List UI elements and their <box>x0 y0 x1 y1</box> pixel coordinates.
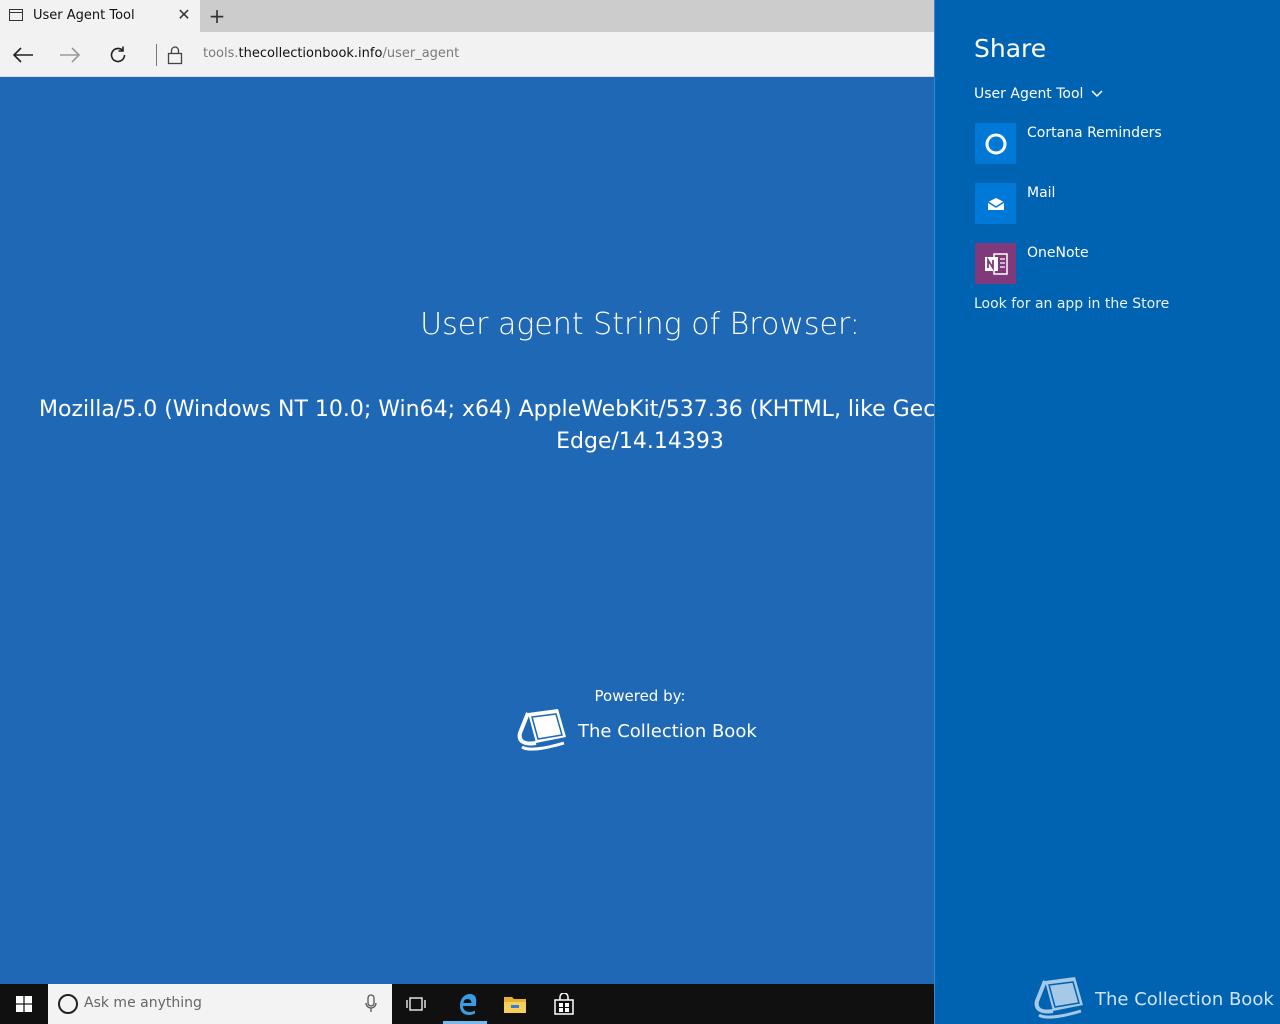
lock-icon <box>167 46 183 65</box>
share-target-label: OneNote <box>1027 245 1089 261</box>
chevron-down-icon <box>1091 90 1103 98</box>
user-agent-string-continued: Edge/14.14393 <box>556 429 724 454</box>
folder-icon <box>504 997 526 1013</box>
search-box[interactable]: Ask me anything <box>48 984 392 1024</box>
onenote-icon <box>984 252 1008 275</box>
windows-logo-icon <box>16 996 32 1012</box>
new-tab-button[interactable]: + <box>206 5 228 27</box>
share-brand: The Collection Book <box>1031 975 1274 1023</box>
share-target-label: Cortana Reminders <box>1027 125 1162 141</box>
brand-link[interactable]: The Collection Book <box>514 707 757 755</box>
web-page: User agent String of Browser: Mozilla/5.… <box>0 77 934 984</box>
mail-tile <box>975 183 1016 224</box>
share-source-label: User Agent Tool <box>974 86 1084 102</box>
navigation-bar: tools.thecollectionbook.info/user_agent <box>0 32 934 77</box>
book-logo-icon <box>1034 977 1083 1019</box>
store-button[interactable] <box>540 984 588 1024</box>
tab-bar: User Agent Tool ✕ + <box>0 0 934 32</box>
book-logo-icon <box>517 709 566 751</box>
cortana-icon <box>985 133 1006 154</box>
nav-separator <box>156 44 157 66</box>
refresh-button[interactable] <box>103 40 133 70</box>
arrow-left-icon <box>12 47 33 63</box>
address-path: /user_agent <box>382 46 460 61</box>
user-agent-string: Mozilla/5.0 (Windows NT 10.0; Win64; x64… <box>39 397 934 422</box>
file-explorer-button[interactable] <box>491 984 539 1024</box>
cortana-tile <box>975 123 1016 164</box>
store-link[interactable]: Look for an app in the Store <box>974 296 1169 312</box>
store-bag-icon <box>554 993 574 1015</box>
share-target-label: Mail <box>1027 185 1056 201</box>
share-brand-name: The Collection Book <box>1095 988 1274 1010</box>
microphone-icon[interactable] <box>364 994 378 1014</box>
task-view-button[interactable] <box>392 984 440 1024</box>
mail-icon <box>987 197 1004 210</box>
share-source-dropdown[interactable]: User Agent Tool <box>974 86 1103 102</box>
start-button[interactable] <box>0 984 48 1024</box>
share-target-mail[interactable]: Mail <box>975 183 1265 225</box>
share-target-cortana[interactable]: Cortana Reminders <box>975 123 1265 165</box>
refresh-icon <box>110 46 126 63</box>
arrow-right-icon <box>60 47 81 63</box>
page-heading: User agent String of Browser: <box>420 307 860 342</box>
powered-by-label: Powered by: <box>594 687 686 705</box>
tab-title: User Agent Tool <box>33 8 135 23</box>
browser-tab[interactable]: User Agent Tool ✕ <box>0 0 200 32</box>
address-host: thecollectionbook.info <box>238 46 383 61</box>
taskbar: Ask me anything <box>0 984 934 1024</box>
share-pane: Share User Agent Tool Cortana Reminders … <box>934 0 1280 1024</box>
onenote-tile <box>975 243 1016 284</box>
forward-button[interactable] <box>55 40 85 70</box>
address-prefix: tools. <box>203 46 239 61</box>
share-target-onenote[interactable]: OneNote <box>975 243 1265 285</box>
tab-close-icon[interactable]: ✕ <box>176 7 192 23</box>
tab-page-icon <box>9 9 23 21</box>
address-bar[interactable]: tools.thecollectionbook.info/user_agent <box>203 46 459 61</box>
search-placeholder: Ask me anything <box>84 995 202 1011</box>
task-view-icon <box>406 997 426 1011</box>
cortana-search-icon <box>58 994 78 1014</box>
share-title: Share <box>974 34 1047 63</box>
edge-icon <box>460 994 477 1015</box>
back-button[interactable] <box>8 40 38 70</box>
brand-name: The Collection Book <box>578 720 757 742</box>
edge-taskbar-button[interactable] <box>443 984 491 1024</box>
